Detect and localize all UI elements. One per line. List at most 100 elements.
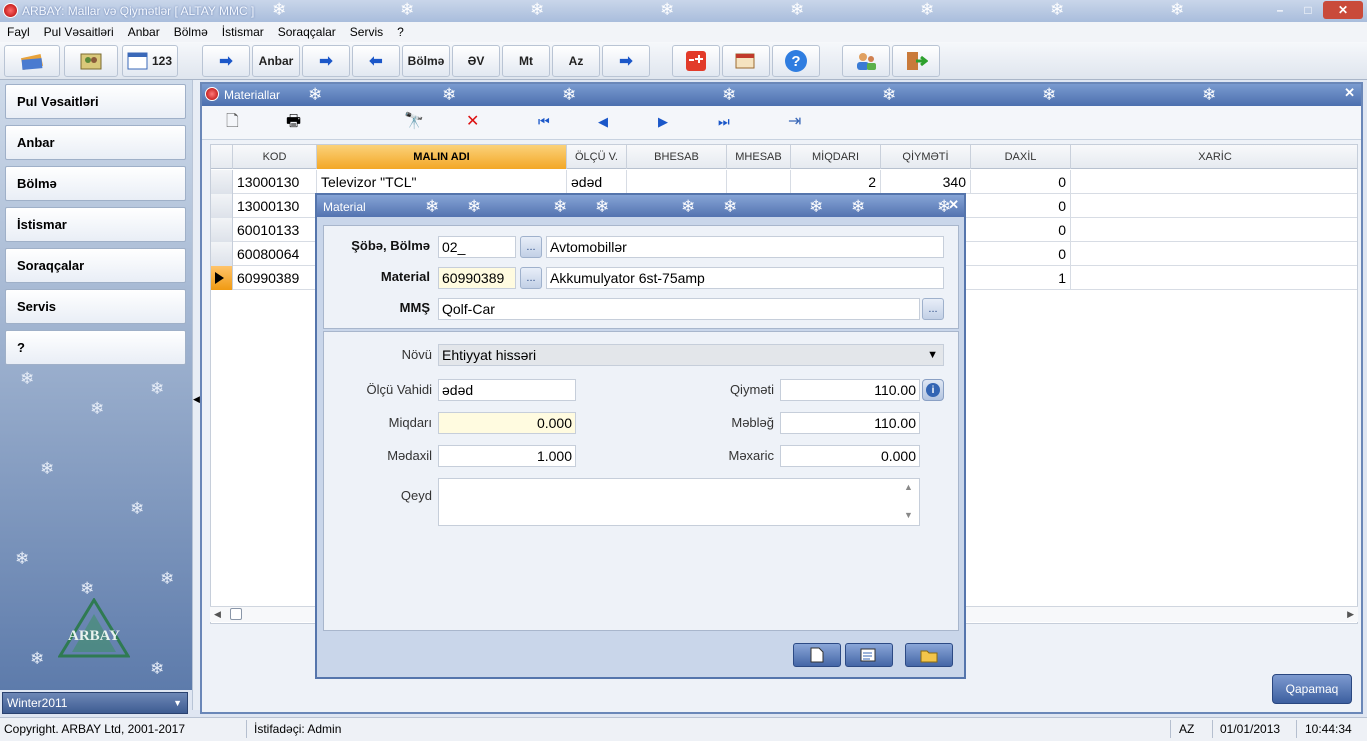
scroll-right-icon[interactable]: ▶	[1347, 609, 1354, 620]
open-folder-button[interactable]	[905, 643, 953, 667]
materials-title: Materiallar	[224, 88, 281, 102]
header-olcu[interactable]: ÖLÇÜ V.	[567, 145, 627, 169]
qapamaq-button[interactable]: Qapamaq	[1272, 674, 1352, 704]
row-indicator[interactable]	[211, 194, 233, 218]
calendar-tools-button[interactable]	[722, 45, 770, 77]
mms-lookup-button[interactable]: ...	[922, 298, 944, 320]
sidebar-item-anbar[interactable]: Anbar	[5, 125, 186, 160]
menu-anbar[interactable]: Anbar	[121, 25, 167, 39]
olcu-vahidi-label: Ölçü Vahidi	[366, 382, 432, 397]
users-button[interactable]	[842, 45, 890, 77]
miqdar-label: Miqdarı	[388, 415, 432, 430]
material-name-field[interactable]: Akkumulyator 6st-75amp	[546, 267, 944, 289]
miqdar-field[interactable]: 0.000	[438, 412, 576, 434]
menu-soraqcalar[interactable]: Soraqçalar	[271, 25, 343, 39]
prev-record-icon[interactable]: ◀	[598, 113, 608, 131]
sidebar-item-istismar[interactable]: İstismar	[5, 207, 186, 242]
row-indicator[interactable]	[211, 218, 233, 242]
snowflake-icon: ❄	[308, 85, 323, 104]
textarea-scroll-up-icon[interactable]: ▲	[904, 482, 913, 492]
new-record-button[interactable]	[793, 643, 841, 667]
delete-icon[interactable]: ✕	[466, 113, 479, 131]
row-indicator[interactable]	[211, 242, 233, 266]
folder-icon	[920, 650, 938, 663]
new-document-icon[interactable]: 🗋	[226, 113, 239, 131]
textarea-scroll-down-icon[interactable]: ▼	[904, 510, 913, 520]
sidebar-item-pul-vesaitleri[interactable]: Pul Vəsaitləri	[5, 84, 186, 119]
snowflake-icon: ❄	[809, 197, 824, 216]
dialog-close-icon[interactable]: ✕	[948, 197, 959, 213]
medaxil-field[interactable]: 1.000	[438, 445, 576, 467]
material-lookup-button[interactable]: ...	[520, 267, 542, 289]
sobe-code-field[interactable]: 02_	[438, 236, 516, 258]
help-button[interactable]: ?	[772, 45, 820, 77]
people-button[interactable]	[64, 45, 118, 77]
scroll-left-icon[interactable]: ◀	[214, 609, 221, 620]
menu-pul-vesaitleri[interactable]: Pul Vəsaitləri	[37, 25, 121, 39]
bolme-button[interactable]: Bölmə	[402, 45, 450, 77]
sidebar-item-help[interactable]: ?	[5, 330, 186, 365]
exit-button[interactable]	[892, 45, 940, 77]
menu-servis[interactable]: Servis	[343, 25, 390, 39]
next-record-icon[interactable]: ▶	[658, 113, 668, 131]
menu-fayl[interactable]: Fayl	[0, 25, 37, 39]
forward-arrow-button-2[interactable]: ➡	[302, 45, 350, 77]
sobe-name-field[interactable]: Avtomobillər	[546, 236, 944, 258]
calculator-button[interactable]	[672, 45, 720, 77]
snowflake-icon: ❄	[595, 197, 610, 216]
minimize-button[interactable]: –	[1267, 1, 1293, 19]
sobe-lookup-button[interactable]: ...	[520, 236, 542, 258]
sidebar-item-soraqcalar[interactable]: Soraqçalar	[5, 248, 186, 283]
ev-button[interactable]: ƏV	[452, 45, 500, 77]
anbar-button[interactable]: Anbar	[252, 45, 300, 77]
calendar-counter-button[interactable]: 123	[122, 45, 178, 77]
print-icon[interactable]: 🖶	[286, 113, 301, 131]
table-row[interactable]: 13000130 Televizor "TCL" ədəd 2 340 0	[211, 170, 1357, 194]
arrow-left-icon: ⬅	[369, 53, 383, 70]
sidebar-item-servis[interactable]: Servis	[5, 289, 186, 324]
qiymet-field[interactable]: 110.00	[780, 379, 920, 401]
last-record-icon[interactable]: ⏭	[718, 113, 730, 131]
first-record-icon[interactable]: ⏮	[538, 113, 550, 131]
exit-icon[interactable]: ⇥	[788, 113, 801, 131]
forward-arrow-button-3[interactable]: ➡	[602, 45, 650, 77]
row-indicator-current[interactable]	[211, 266, 233, 290]
header-miqdari[interactable]: MİQDARI	[791, 145, 881, 169]
novu-select[interactable]: Ehtiyyat hissəri ▼	[438, 344, 944, 366]
close-button[interactable]: ✕	[1323, 1, 1363, 19]
menu-bolme[interactable]: Bölmə	[167, 25, 215, 39]
qeyd-textarea[interactable]	[438, 478, 920, 526]
sidebar-item-bolme[interactable]: Bölmə	[5, 166, 186, 201]
forward-arrow-button[interactable]: ➡	[202, 45, 250, 77]
row-indicator[interactable]	[211, 170, 233, 194]
header-daxil[interactable]: DAXİL	[971, 145, 1071, 169]
menu-istismar[interactable]: İstismar	[215, 25, 271, 39]
header-bhesab[interactable]: BHESAB	[627, 145, 727, 169]
maximize-button[interactable]: □	[1295, 1, 1321, 19]
header-xaric[interactable]: XARİC	[1071, 145, 1359, 169]
books-button[interactable]	[4, 45, 60, 77]
olcu-vahidi-field[interactable]: ədəd	[438, 379, 576, 401]
material-code-field[interactable]: 60990389	[438, 267, 516, 289]
svg-text:?: ?	[791, 53, 800, 70]
scroll-thumb[interactable]	[230, 608, 242, 620]
materials-close-icon[interactable]: ✕	[1344, 85, 1355, 101]
mms-field[interactable]: Qolf-Car	[438, 298, 920, 320]
mt-button[interactable]: Mt	[502, 45, 550, 77]
back-arrow-button[interactable]: ⬅	[352, 45, 400, 77]
season-select[interactable]: Winter2011 ▼	[2, 692, 188, 714]
az-button[interactable]: Az	[552, 45, 600, 77]
price-info-button[interactable]: i	[922, 379, 944, 401]
books-icon	[20, 54, 44, 70]
header-qiymeti[interactable]: QİYMƏTİ	[881, 145, 971, 169]
mebleg-field[interactable]: 110.00	[780, 412, 920, 434]
header-malin-adi[interactable]: MALIN ADI	[317, 145, 567, 169]
save-record-button[interactable]	[845, 643, 893, 667]
menu-help[interactable]: ?	[390, 25, 411, 39]
header-mhesab[interactable]: MHESAB	[727, 145, 791, 169]
mexaric-field[interactable]: 0.000	[780, 445, 920, 467]
sidebar-splitter[interactable]: ◀	[192, 80, 200, 710]
binoculars-icon[interactable]: 🔭	[404, 113, 424, 131]
header-kod[interactable]: KOD	[233, 145, 317, 169]
snowflake-icon: ❄	[681, 197, 696, 216]
